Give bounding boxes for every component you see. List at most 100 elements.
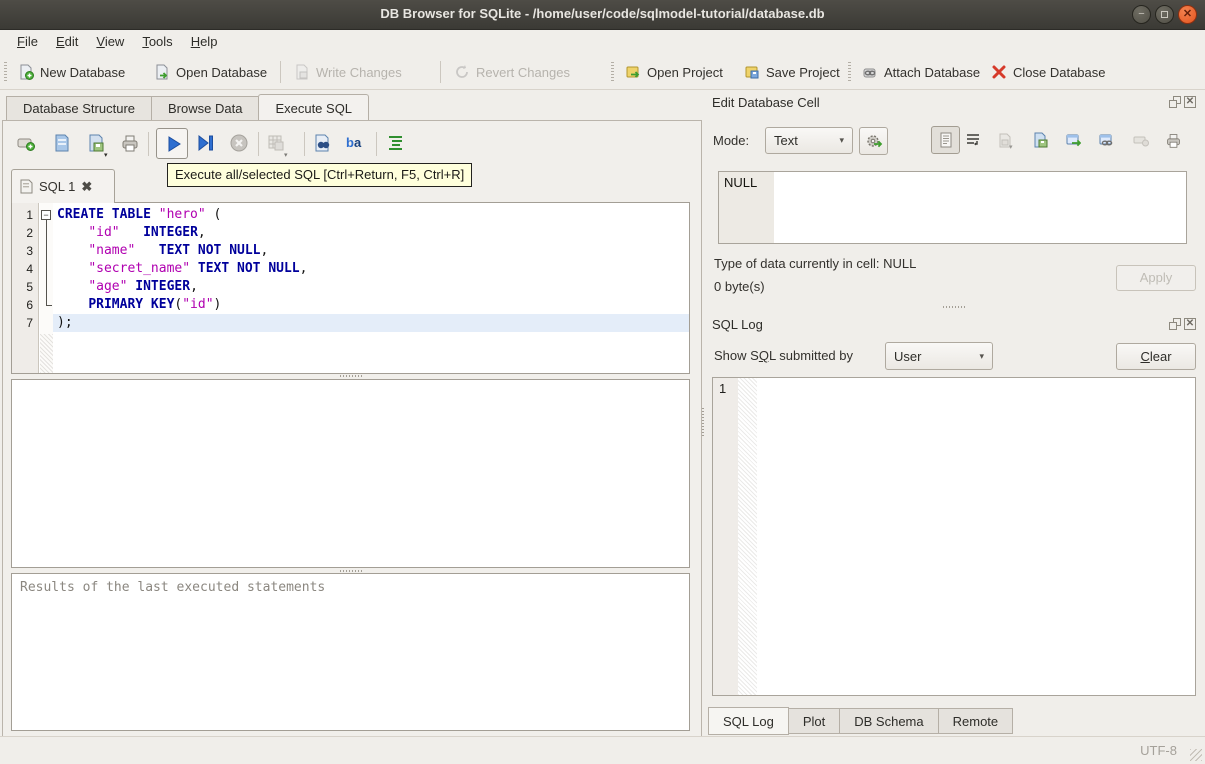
float-dock-icon[interactable] (1169, 96, 1181, 108)
titlebar: DB Browser for SQLite - /home/user/code/… (0, 0, 1205, 30)
menu-view[interactable]: View (87, 30, 133, 54)
sql-toolbar-separator (376, 132, 377, 156)
stop-icon[interactable] (229, 133, 249, 153)
toolbar-grip[interactable] (4, 62, 7, 82)
format-sql-icon[interactable] (386, 133, 406, 153)
save-cell-button[interactable]: ▾ (990, 126, 1019, 154)
new-database-button[interactable]: New Database (12, 57, 131, 87)
editor-fold-hatch (40, 334, 53, 373)
code-line[interactable]: "secret_name" TEXT NOT NULL, (53, 260, 689, 278)
save-project-button[interactable]: Save Project (738, 57, 846, 87)
sql-log-fold-margin (738, 378, 757, 695)
open-project-button[interactable]: Open Project (619, 57, 729, 87)
clear-button[interactable]: Clear (1116, 343, 1196, 370)
tab-browse-data[interactable]: Browse Data (151, 96, 259, 121)
code-line[interactable]: "age" INTEGER, (53, 278, 689, 296)
maximize-icon[interactable] (1155, 5, 1174, 24)
query-results-grid[interactable] (11, 379, 690, 568)
new-database-icon (20, 64, 34, 80)
code-line[interactable]: "id" INTEGER, (53, 224, 689, 242)
edit-cell-dock-header: Edit Database Cell ✕ (712, 93, 1196, 111)
code-line[interactable]: ); (53, 314, 689, 332)
close-database-button[interactable]: Close Database (985, 57, 1112, 87)
close-icon[interactable]: ✕ (1178, 5, 1197, 24)
execute-all-button[interactable] (156, 128, 188, 159)
code-line[interactable]: PRIMARY KEY("id") (53, 296, 689, 314)
execution-status-placeholder: Results of the last executed statements (20, 580, 326, 595)
code-line[interactable]: CREATE TABLE "hero" ( (53, 206, 689, 224)
code-line[interactable]: "name" TEXT NOT NULL, (53, 242, 689, 260)
dock-tab-remote[interactable]: Remote (938, 708, 1014, 734)
code-lines[interactable]: CREATE TABLE "hero" ( "id" INTEGER, "nam… (53, 203, 689, 373)
dock-tab-sql-log[interactable]: SQL Log (708, 707, 789, 735)
open-external-button[interactable] (1091, 126, 1120, 154)
cell-size-info: 0 byte(s) (714, 279, 765, 294)
revert-changes-button[interactable]: Revert Changes (448, 57, 576, 87)
export-cell-button[interactable] (1058, 126, 1087, 154)
sql-document-tab[interactable]: SQL 1 ✖ (11, 169, 115, 203)
float-dock-icon[interactable] (1169, 318, 1181, 330)
open-sql-icon[interactable] (52, 133, 72, 153)
set-null-icon (1133, 136, 1149, 147)
word-wrap-button[interactable] (958, 126, 987, 154)
open-database-button[interactable]: Open Database (148, 57, 273, 87)
set-null-button[interactable] (1126, 126, 1155, 154)
new-sql-tab-icon[interactable] (16, 133, 36, 153)
toolbar-grip[interactable] (611, 62, 614, 82)
window-controls: − ✕ (1132, 5, 1197, 24)
close-sql-tab-icon[interactable]: ✖ (81, 179, 92, 195)
main-toolbar: New Database Open Database ▾ Write Chang… (0, 54, 1205, 135)
find-icon[interactable] (313, 133, 333, 153)
menu-help[interactable]: Help (182, 30, 227, 54)
close-dock-icon[interactable]: ✕ (1184, 96, 1196, 108)
sql-toolbar-separator (148, 132, 149, 156)
minimize-icon[interactable]: − (1132, 5, 1151, 24)
print-cell-button[interactable] (1159, 126, 1188, 154)
sql-log-filter-select[interactable]: User ▾ (885, 342, 993, 370)
export-cell-icon (1066, 134, 1081, 147)
tab-execute-sql[interactable]: Execute SQL (258, 94, 370, 121)
dock-splitter[interactable] (712, 305, 1196, 309)
tab-database-structure[interactable]: Database Structure (6, 96, 152, 121)
editor-results-splitter[interactable] (11, 374, 690, 378)
save-results-dropdown[interactable]: ▾ (284, 151, 288, 159)
dock-tab-db-schema[interactable]: DB Schema (840, 708, 939, 734)
toolbar-grip[interactable] (848, 62, 851, 82)
save-sql-icon[interactable] (86, 133, 106, 153)
execution-status-pane[interactable]: Results of the last executed statements (11, 573, 690, 731)
apply-button[interactable]: Apply (1116, 265, 1196, 291)
text-mode-button[interactable] (931, 126, 960, 154)
mode-select[interactable]: Text ▾ (765, 127, 853, 154)
edit-cell-title: Edit Database Cell (712, 94, 820, 110)
save-sql-dropdown[interactable]: ▾ (104, 151, 108, 159)
attach-database-button[interactable]: Attach Database (856, 57, 986, 87)
window-title: DB Browser for SQLite - /home/user/code/… (380, 6, 825, 21)
resize-grip[interactable] (1190, 749, 1202, 761)
auto-switch-mode-button[interactable] (859, 127, 888, 155)
sql-toolbar-separator (258, 132, 259, 156)
autocomplete-icon[interactable]: ba (346, 133, 366, 153)
menubar: File Edit View Tools Help (0, 30, 1205, 54)
sql-log-filter-label: Show SQL submitted by (714, 348, 853, 363)
app-window: { "titlebar": { "title": "DB Browser for… (0, 0, 1205, 764)
import-cell-button[interactable] (1025, 126, 1054, 154)
fold-collapse-icon[interactable]: − (41, 210, 51, 220)
write-changes-icon (296, 64, 308, 80)
menu-tools[interactable]: Tools (133, 30, 181, 54)
cell-editor[interactable]: NULL (718, 171, 1187, 244)
close-dock-icon[interactable]: ✕ (1184, 318, 1196, 330)
print-cell-icon (1167, 133, 1180, 148)
menu-edit[interactable]: Edit (47, 30, 87, 54)
sql-log-dock-header: SQL Log ✕ (712, 315, 1196, 333)
print-sql-icon[interactable] (120, 133, 140, 153)
sql-editor[interactable]: 1234567 − CREATE TABLE "hero" ( "id" INT… (11, 202, 690, 374)
menu-file[interactable]: File (8, 30, 47, 54)
dock-tab-plot[interactable]: Plot (788, 708, 841, 734)
execute-line-icon[interactable] (196, 133, 216, 153)
save-results-icon[interactable] (266, 133, 286, 153)
sql-log-view[interactable]: 1 (712, 377, 1196, 696)
sql-toolbar: ▾ ▾ ba (8, 127, 698, 161)
main-vertical-splitter[interactable] (701, 408, 705, 438)
write-changes-button[interactable]: Write Changes (288, 57, 408, 87)
encoding-indicator: UTF-8 (1140, 743, 1177, 758)
